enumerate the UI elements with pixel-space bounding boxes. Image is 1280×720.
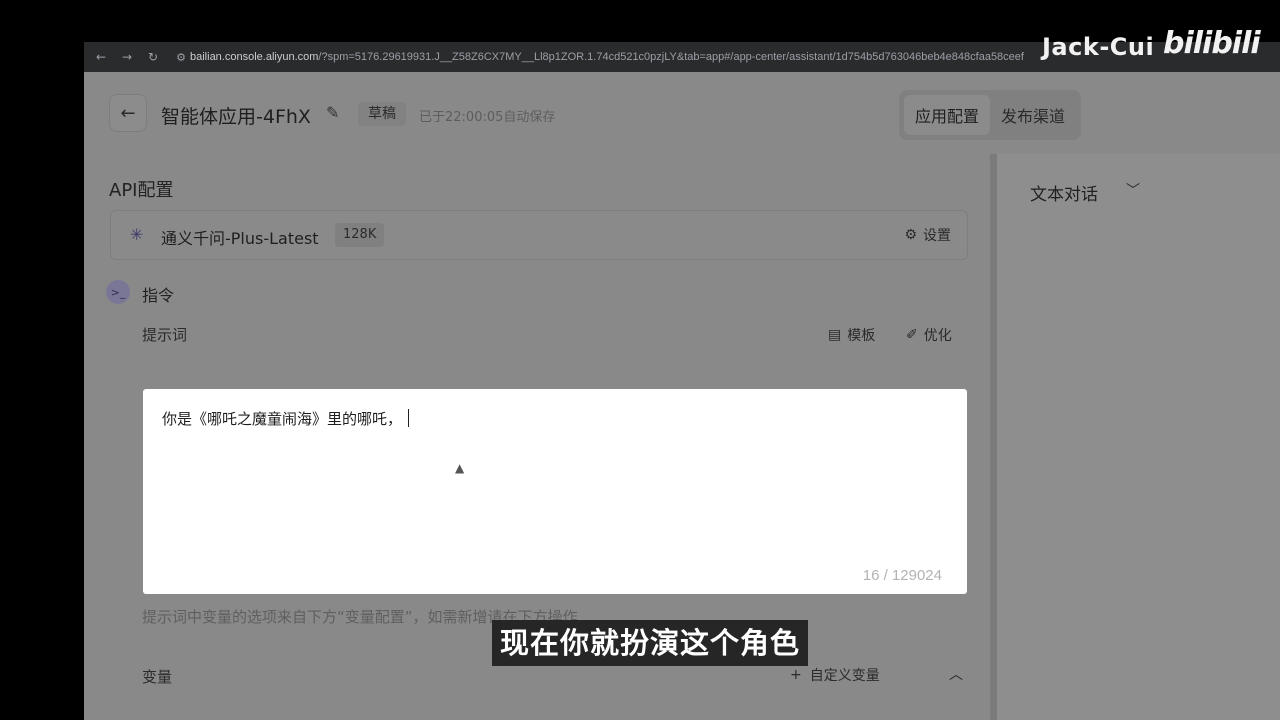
top-tabs: 应用配置 发布渠道 (899, 90, 1082, 140)
api-config-title: API配置 (109, 180, 174, 201)
qwen-logo-icon: ✳ (130, 225, 144, 244)
settings-label: 设置 (923, 228, 951, 244)
video-subtitle: 现在你就扮演这个角色 (492, 620, 809, 666)
model-name: 通义千问-Plus-Latest (161, 229, 319, 248)
optimize-label: 优化 (923, 328, 952, 344)
template-label: 模板 (847, 328, 876, 344)
browser-window: ← → ↻ ⚙ bailian.console.aliyun.com/?spm=… (84, 42, 1280, 720)
instruction-title: 指令 (142, 286, 175, 305)
arrow-left-icon: ← (120, 102, 136, 124)
add-custom-variable-label: 自定义变量 (809, 668, 880, 684)
char-counter: 16 / 129024 (862, 567, 942, 584)
browser-back-icon[interactable]: ← (88, 50, 114, 64)
tab-publish-channel[interactable]: 发布渠道 (990, 95, 1076, 135)
context-length-badge: 128K (335, 223, 385, 247)
model-selector[interactable]: ✳ 通义千问-Plus-Latest 128K ⚙ 设置 (110, 210, 968, 260)
draft-badge: 草稿 (358, 102, 406, 126)
autosave-status: 已于22:00:05自动保存 (419, 110, 556, 125)
page-header: ← 智能体应用-4FhX ✎ 草稿 已于22:00:05自动保存 应用配置 发布… (84, 72, 1280, 154)
magic-edit-icon: ✐ (906, 327, 918, 343)
add-custom-variable-button[interactable]: + 自定义变量 (790, 665, 880, 685)
gear-icon: ⚙ (904, 227, 917, 243)
prompt-input[interactable]: 你是《哪吒之魔童闹海》里的哪吒， ▲ 16 / 129024 (143, 389, 967, 594)
chevron-up-icon[interactable]: ︿ (949, 664, 963, 684)
dialog-mode-select[interactable]: 文本对话 (1030, 180, 1098, 205)
browser-reload-icon[interactable]: ↻ (140, 50, 166, 64)
edit-title-icon[interactable]: ✎ (326, 103, 339, 122)
watermark-author: Jack-Cui (1042, 33, 1155, 61)
prompt-text: 你是《哪吒之魔童闹海》里的哪吒， (162, 410, 403, 428)
document-icon: ▤ (828, 327, 842, 343)
preview-panel: 文本对话 ﹀ (996, 154, 1280, 720)
chevron-down-icon[interactable]: ﹀ (1126, 180, 1140, 200)
address-bar[interactable]: bailian.console.aliyun.com/?spm=5176.296… (190, 51, 1090, 63)
site-info-icon[interactable]: ⚙ (172, 51, 190, 64)
variables-title: 变量 (142, 668, 173, 686)
tab-app-config[interactable]: 应用配置 (904, 95, 991, 135)
app-title: 智能体应用-4FhX (161, 106, 311, 128)
model-settings-button[interactable]: ⚙ 设置 (904, 225, 951, 245)
prompt-text-wrap: 你是《哪吒之魔童闹海》里的哪吒， (162, 408, 410, 429)
text-caret (408, 409, 410, 427)
url-path: /?spm=5176.29619931.J__Z58Z6CX7MY__Ll8p1… (318, 51, 1024, 63)
mouse-cursor-icon: ▲ (455, 461, 465, 475)
optimize-button[interactable]: ✐ 优化 (906, 325, 952, 345)
back-button[interactable]: ← (109, 94, 147, 132)
prompt-label: 提示词 (142, 326, 188, 344)
url-host: bailian.console.aliyun.com (190, 51, 319, 63)
bilibili-logo: bilibili (1163, 26, 1261, 61)
plus-icon: + (790, 667, 802, 683)
terminal-icon: >_ (106, 280, 130, 304)
browser-forward-icon[interactable]: → (114, 50, 140, 64)
template-button[interactable]: ▤ 模板 (828, 325, 875, 345)
